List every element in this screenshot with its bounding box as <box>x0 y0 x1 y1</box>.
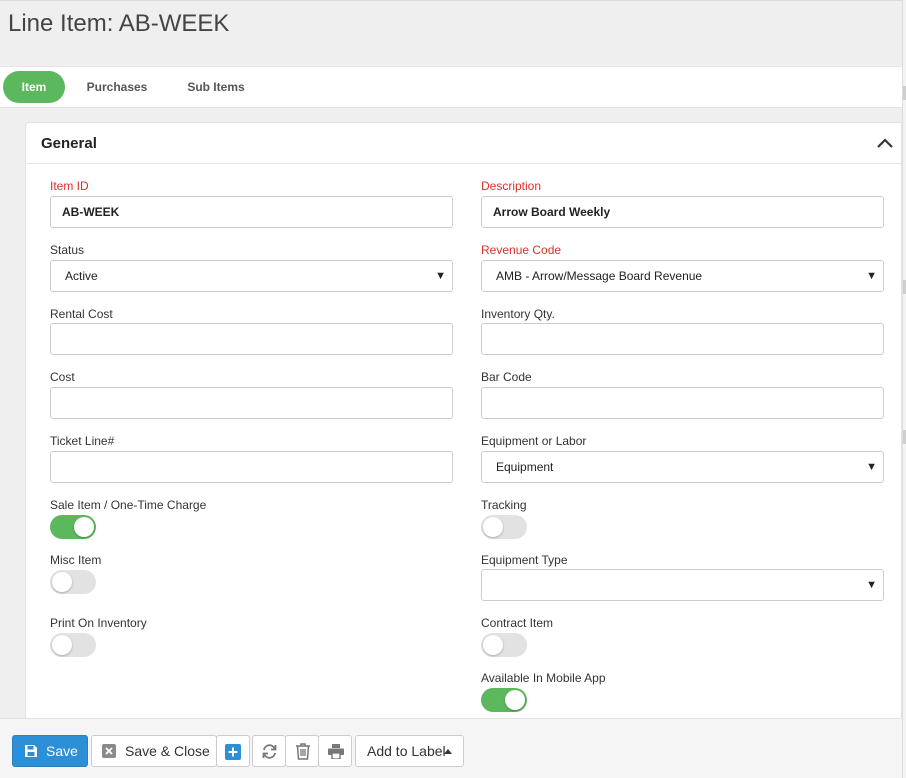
item-id-label: Item ID <box>50 179 89 193</box>
add-to-label-button[interactable]: Add to Label <box>355 735 464 767</box>
equipment-or-labor-label: Equipment or Labor <box>481 434 587 448</box>
action-toolbar: Save Save & Close Add to Label <box>0 718 902 778</box>
save-close-button[interactable]: Save & Close <box>91 735 217 767</box>
equipment-type-label: Equipment Type <box>481 553 568 567</box>
caret-down-icon: ▼ <box>866 461 877 473</box>
refresh-button[interactable] <box>252 735 286 767</box>
refresh-icon <box>262 744 277 759</box>
status-select[interactable]: Active ▼ <box>50 260 453 292</box>
status-label: Status <box>50 243 85 257</box>
status-value: Active <box>65 269 98 283</box>
print-on-inventory-label: Print On Inventory <box>50 616 147 630</box>
cost-input[interactable] <box>50 387 453 419</box>
ticket-line-input[interactable] <box>50 451 453 483</box>
section-header[interactable]: General <box>26 123 901 164</box>
description-input[interactable]: Arrow Board Weekly <box>481 196 884 228</box>
print-button[interactable] <box>318 735 352 767</box>
rental-cost-input[interactable] <box>50 323 453 355</box>
save-label: Save <box>46 743 78 759</box>
delete-button[interactable] <box>285 735 319 767</box>
add-to-label-text: Add to Label <box>367 743 446 759</box>
general-section: General Item ID AB-WEEK Description Arro… <box>25 122 902 722</box>
header-bar: Line Item: AB-WEEK <box>0 0 902 66</box>
section-title: General <box>41 135 97 152</box>
misc-item-label: Misc Item <box>50 553 102 567</box>
toggle-knob <box>483 635 503 655</box>
tracking-toggle[interactable] <box>481 515 527 539</box>
save-button[interactable]: Save <box>12 735 88 767</box>
trash-icon <box>296 743 310 760</box>
toggle-knob <box>483 517 503 537</box>
caret-up-icon <box>444 749 452 754</box>
save-close-label: Save & Close <box>125 743 210 759</box>
toggle-knob <box>74 517 94 537</box>
ticket-line-label: Ticket Line# <box>50 434 115 448</box>
print-on-inventory-toggle[interactable] <box>50 633 96 657</box>
print-icon <box>328 744 344 759</box>
revenue-code-label: Revenue Code <box>481 243 562 257</box>
page-title: Line Item: AB-WEEK <box>8 10 230 37</box>
plus-icon <box>225 744 241 760</box>
toggle-knob <box>52 635 72 655</box>
bar-code-input[interactable] <box>481 387 884 419</box>
contract-item-label: Contract Item <box>481 616 554 630</box>
caret-down-icon: ▼ <box>866 270 877 282</box>
revenue-code-select[interactable]: AMB - Arrow/Message Board Revenue ▼ <box>481 260 884 292</box>
caret-down-icon: ▼ <box>866 579 877 591</box>
item-id-input[interactable]: AB-WEEK <box>50 196 453 228</box>
equipment-or-labor-value: Equipment <box>496 460 554 474</box>
sale-item-toggle[interactable] <box>50 515 96 539</box>
scrollbar-strip[interactable] <box>902 0 906 778</box>
equipment-or-labor-select[interactable]: Equipment ▼ <box>481 451 884 483</box>
save-icon <box>25 745 37 757</box>
close-box-icon <box>102 744 116 758</box>
description-label: Description <box>481 179 542 193</box>
chevron-up-icon[interactable] <box>875 135 895 151</box>
toggle-knob <box>52 572 72 592</box>
misc-item-toggle[interactable] <box>50 570 96 594</box>
tab-item[interactable]: Item <box>3 71 65 103</box>
contract-item-toggle[interactable] <box>481 633 527 657</box>
toggle-knob <box>505 690 525 710</box>
bar-code-label: Bar Code <box>481 370 532 384</box>
sale-item-label: Sale Item / One-Time Charge <box>50 498 207 512</box>
tracking-label: Tracking <box>481 498 527 512</box>
add-new-button[interactable] <box>216 735 250 767</box>
inventory-qty-input[interactable] <box>481 323 884 355</box>
inventory-qty-label: Inventory Qty. <box>481 307 555 321</box>
tab-purchases[interactable]: Purchases <box>76 71 158 103</box>
cost-label: Cost <box>50 370 75 384</box>
equipment-type-select[interactable]: ▼ <box>481 569 884 601</box>
tab-bar: Item Purchases Sub Items <box>0 66 902 108</box>
revenue-code-value: AMB - Arrow/Message Board Revenue <box>496 269 703 283</box>
rental-cost-label: Rental Cost <box>50 307 113 321</box>
tab-sub-items[interactable]: Sub Items <box>176 71 256 103</box>
caret-down-icon: ▼ <box>435 270 446 282</box>
available-in-mobile-app-toggle[interactable] <box>481 688 527 712</box>
available-in-mobile-app-label: Available In Mobile App <box>481 671 606 685</box>
